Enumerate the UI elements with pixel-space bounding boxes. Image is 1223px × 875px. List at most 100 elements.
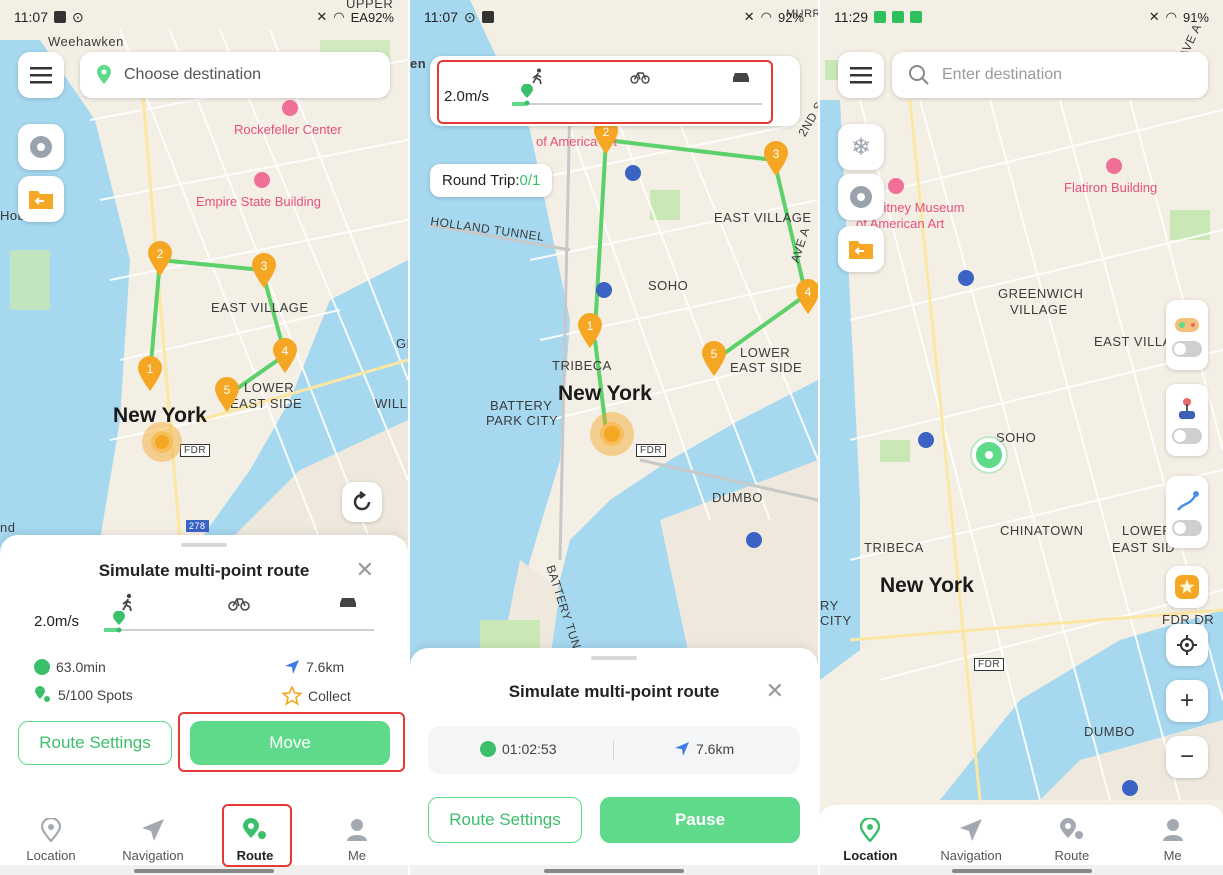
screen-route-moving: 11:07 ⊙ ✕ ◠ 92% en MURR of America Art E… xyxy=(410,0,818,875)
tab-label: Me xyxy=(1163,847,1182,863)
map-label-empire-state: Empire State Building xyxy=(196,194,322,209)
toggle-switch[interactable] xyxy=(1172,341,1202,357)
gamepad-icon xyxy=(1175,318,1199,332)
destination-input[interactable] xyxy=(124,66,354,84)
close-icon[interactable]: ✕ xyxy=(766,680,784,702)
car-icon[interactable] xyxy=(732,71,750,83)
map-label-tribeca: TRIBECA xyxy=(552,358,612,373)
mute-icon: ✕ xyxy=(743,9,755,24)
elapsed-stat: 01:02:53 xyxy=(480,741,557,757)
reset-route-button[interactable] xyxy=(342,482,382,522)
map-label-route-278: 278 xyxy=(186,520,209,532)
route-marker-1[interactable]: 1 xyxy=(136,355,164,393)
speed-slider-track[interactable] xyxy=(512,103,762,105)
map-label-fdr: FDR xyxy=(974,658,1005,671)
route-marker-number: 3 xyxy=(773,147,780,161)
speed-slider-thumb[interactable] xyxy=(112,611,126,633)
favorites-button[interactable] xyxy=(1166,566,1208,608)
route-settings-button[interactable]: Route Settings xyxy=(428,797,582,843)
route-marker-1[interactable]: 1 xyxy=(576,312,604,350)
map-label-fdr: FDR xyxy=(180,444,211,457)
gamepad-toggle[interactable] xyxy=(1166,300,1208,370)
elapsed-value: 01:02:53 xyxy=(502,741,557,757)
menu-button[interactable] xyxy=(18,52,64,98)
history-folder-button[interactable] xyxy=(18,176,64,222)
menu-button[interactable] xyxy=(838,52,884,98)
home-indicator xyxy=(544,869,684,873)
route-marker-5[interactable]: 5 xyxy=(213,376,241,414)
hamburger-icon xyxy=(850,67,872,84)
location-dot-center xyxy=(985,451,993,459)
distance-value: 7.6km xyxy=(306,659,345,675)
route-bottom-sheet: Simulate multi-point route ✕ 01:02:53 7.… xyxy=(410,648,818,875)
map-label-new-york: New York xyxy=(880,574,974,597)
route-settings-button[interactable]: Route Settings xyxy=(18,721,172,765)
map-label-tribeca: TRIBECA xyxy=(864,540,924,555)
navigation-arrow-icon xyxy=(285,660,299,674)
recenter-button[interactable] xyxy=(1166,624,1208,666)
camera-icon xyxy=(1106,158,1122,174)
bicycle-icon[interactable] xyxy=(630,70,650,84)
walking-icon[interactable] xyxy=(118,593,138,613)
auto-route-toggle[interactable] xyxy=(1166,476,1208,548)
map-label-east-side: EAST SID xyxy=(1112,540,1176,555)
zoom-out-button[interactable]: − xyxy=(1166,736,1208,778)
move-button[interactable]: Move xyxy=(190,721,390,765)
map-label-greenwich: GREENWICH xyxy=(998,286,1084,301)
freeze-button[interactable]: ❄ xyxy=(838,124,884,170)
collect-button[interactable]: Collect xyxy=(282,686,351,706)
map-label-ry: RY xyxy=(820,598,839,613)
route-marker-3[interactable]: 3 xyxy=(250,252,278,290)
duration-value: 63.0min xyxy=(56,659,106,675)
distance-stat: 7.6km xyxy=(674,741,734,757)
route-marker-5[interactable]: 5 xyxy=(700,340,728,378)
route-marker-2[interactable]: 2 xyxy=(146,240,174,278)
history-folder-button[interactable] xyxy=(838,226,884,272)
tab-label: Navigation xyxy=(122,847,184,863)
route-marker-number: 1 xyxy=(147,362,154,376)
toggle-switch[interactable] xyxy=(1172,428,1202,444)
map-label-park-city: PARK CITY xyxy=(486,413,559,428)
speed-slider-track[interactable] xyxy=(104,629,374,631)
car-icon[interactable] xyxy=(338,595,358,609)
zoom-in-button[interactable]: + xyxy=(1166,680,1208,722)
distance-value: 7.6km xyxy=(696,741,735,757)
teleport-mode-button[interactable] xyxy=(838,174,884,220)
toggle-switch[interactable] xyxy=(1172,520,1202,536)
route-marker-number: 1 xyxy=(587,319,594,333)
metro-icon xyxy=(918,432,934,448)
joystick-toggle[interactable] xyxy=(1166,384,1208,456)
speed-slider-thumb[interactable] xyxy=(520,84,534,106)
star-icon xyxy=(282,686,302,706)
sheet-drag-handle[interactable] xyxy=(181,543,227,547)
close-icon[interactable]: ✕ xyxy=(356,559,374,581)
user-icon xyxy=(347,818,367,841)
route-marker-4[interactable]: 4 xyxy=(794,278,818,316)
navigation-arrow-icon xyxy=(675,742,689,756)
status-time: 11:07 xyxy=(424,9,458,25)
route-marker-4[interactable]: 4 xyxy=(271,337,299,375)
battery-text: 92% xyxy=(777,9,804,25)
metro-icon xyxy=(746,532,762,548)
pause-button[interactable]: Pause xyxy=(600,797,800,843)
map-pin-icon xyxy=(97,65,111,84)
route-marker-number: 2 xyxy=(603,125,610,139)
destination-input[interactable] xyxy=(942,66,1172,84)
bicycle-icon[interactable] xyxy=(228,595,250,611)
destination-search[interactable] xyxy=(892,52,1208,98)
round-trip-chip[interactable]: Round Trip:0/1 xyxy=(430,164,553,197)
museum-icon xyxy=(888,178,904,194)
battery-text: 91% xyxy=(1182,9,1209,25)
clock-icon xyxy=(34,659,50,675)
route-marker-3[interactable]: 3 xyxy=(762,140,790,178)
hamburger-icon xyxy=(30,67,52,84)
destination-search[interactable] xyxy=(80,52,390,98)
sheet-drag-handle[interactable] xyxy=(591,656,637,660)
location-icon: ⊙ xyxy=(72,8,84,25)
map-label-lower: LOWER xyxy=(244,380,295,395)
route-marker-number: 2 xyxy=(157,247,164,261)
screen-location-home: 11:29 ✕ ◠ 91% Flatiron Building Whitney … xyxy=(820,0,1223,875)
location-mode-icon xyxy=(30,136,52,158)
teleport-mode-button[interactable] xyxy=(18,124,64,170)
tab-label: Location xyxy=(26,847,76,863)
